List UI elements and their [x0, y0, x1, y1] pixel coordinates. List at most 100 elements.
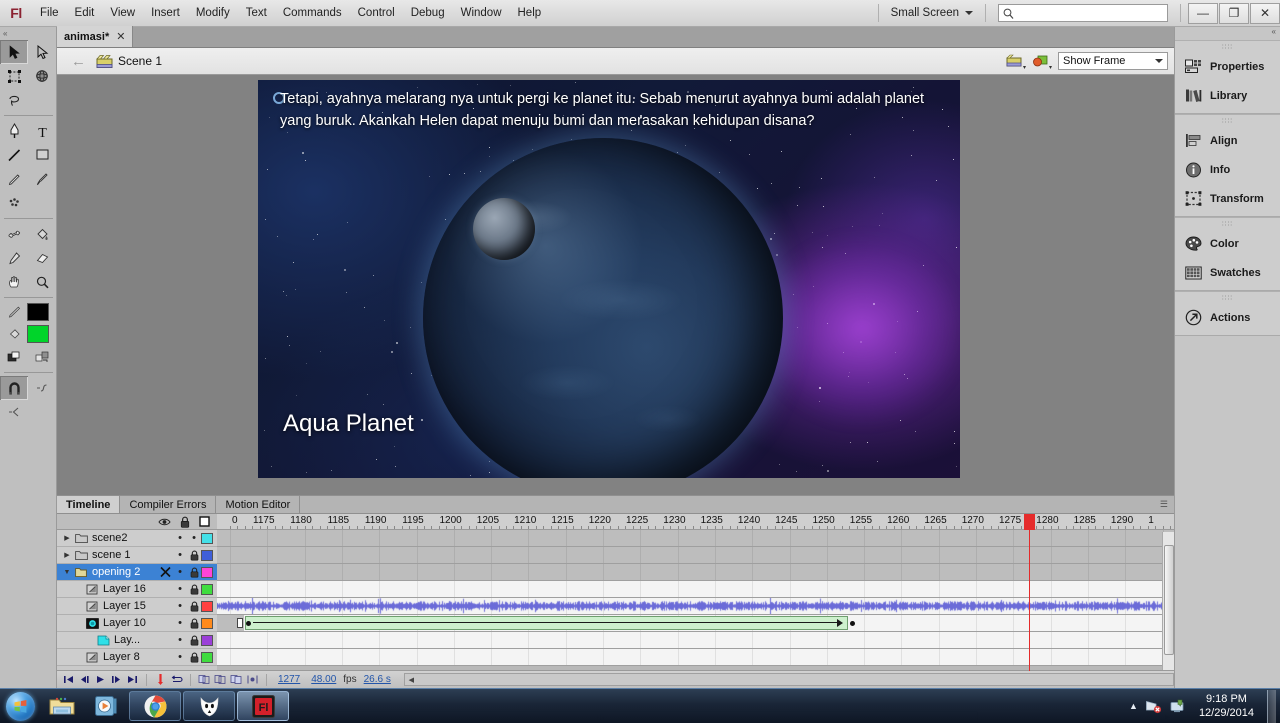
snap-to-objects-icon[interactable]: [0, 376, 28, 400]
lock-icon[interactable]: [187, 601, 201, 612]
layer-visibility-toggle[interactable]: •: [173, 532, 187, 544]
first-frame-button[interactable]: [62, 673, 75, 687]
lock-icon[interactable]: [187, 618, 201, 629]
3d-rotation-tool[interactable]: [28, 64, 56, 88]
layer-outline-color[interactable]: [201, 583, 213, 595]
deco-tool[interactable]: [0, 191, 28, 215]
taskbar-flash[interactable]: Fl: [237, 691, 289, 721]
menu-text[interactable]: Text: [238, 3, 275, 23]
layer-row-opening-2[interactable]: ▼ opening 2 •: [57, 564, 217, 581]
restore-button[interactable]: ❐: [1219, 2, 1249, 24]
last-frame-button[interactable]: [126, 673, 139, 687]
free-transform-tool[interactable]: [0, 64, 28, 88]
black-and-white-icon[interactable]: [1, 345, 29, 369]
menu-window[interactable]: Window: [453, 3, 510, 23]
dock-group-grip[interactable]: ∶∶∶∶: [1175, 41, 1280, 52]
network-icon[interactable]: [1145, 699, 1162, 714]
onion-skin-outlines-button[interactable]: [214, 673, 227, 687]
show-hidden-icons-button[interactable]: ▲: [1129, 701, 1138, 711]
rectangle-tool[interactable]: [28, 143, 56, 167]
timeline-horizontal-scrollbar[interactable]: ◀: [403, 673, 1174, 686]
lock-icon[interactable]: [187, 635, 201, 646]
pen-tool[interactable]: [0, 119, 28, 143]
frame-row-opening-2[interactable]: [217, 564, 1174, 581]
dock-group-grip[interactable]: ∶∶∶∶: [1175, 292, 1280, 303]
fps-value[interactable]: 48.00: [307, 674, 340, 685]
pencil-tool[interactable]: [0, 167, 28, 191]
zoom-tool[interactable]: [28, 270, 56, 294]
panel-button-actions[interactable]: Actions: [1175, 303, 1280, 332]
panel-button-align[interactable]: Align: [1175, 126, 1280, 155]
modify-markers-button[interactable]: [246, 673, 259, 687]
zoom-level-select[interactable]: Show Frame: [1058, 52, 1168, 70]
fill-color-swatch[interactable]: [26, 325, 49, 343]
layer-edit-icon[interactable]: [157, 566, 173, 578]
lock-icon[interactable]: [187, 584, 201, 595]
taskbar-file-explorer[interactable]: [40, 690, 84, 723]
frame-row-layer-8[interactable]: [217, 649, 1174, 666]
layer-row-scene2[interactable]: ▶ scene2 • •: [57, 530, 217, 547]
layer-name[interactable]: Layer 16: [100, 583, 173, 595]
menu-edit[interactable]: Edit: [67, 3, 103, 23]
minimize-button[interactable]: —: [1188, 2, 1218, 24]
panel-button-info[interactable]: Info: [1175, 155, 1280, 184]
start-button[interactable]: [0, 690, 40, 723]
layer-visibility-toggle[interactable]: •: [173, 583, 187, 595]
scroll-left-icon[interactable]: ◀: [405, 673, 418, 686]
dock-group-grip[interactable]: ∶∶∶∶: [1175, 115, 1280, 126]
menu-debug[interactable]: Debug: [403, 3, 453, 23]
taskbar-media-player[interactable]: [84, 690, 128, 723]
brush-tool[interactable]: [28, 167, 56, 191]
layer-row-layer-16[interactable]: Layer 16 •: [57, 581, 217, 598]
edit-scene-icon[interactable]: [1006, 53, 1027, 70]
back-arrow-icon[interactable]: ←: [71, 53, 86, 70]
dock-collapse-button[interactable]: «: [1175, 27, 1280, 40]
stroke-color-swatch[interactable]: [26, 303, 49, 321]
frame-row-layer-15[interactable]: [217, 598, 1174, 615]
stage-canvas[interactable]: Tetapi, ayahnya melarang nya untuk pergi…: [258, 80, 960, 478]
layer-name[interactable]: scene2: [89, 532, 173, 544]
layer-outline-color[interactable]: [201, 617, 213, 629]
frame-row-scene2[interactable]: [217, 530, 1174, 547]
menu-commands[interactable]: Commands: [275, 3, 350, 23]
blank-keyframe[interactable]: [237, 618, 243, 628]
lock-icon[interactable]: [187, 550, 201, 561]
layer-outline-color[interactable]: [201, 549, 213, 561]
menu-insert[interactable]: Insert: [143, 3, 188, 23]
timeline-tab-compiler-errors[interactable]: Compiler Errors: [120, 496, 217, 513]
step-forward-button[interactable]: [110, 673, 123, 687]
panel-button-transform[interactable]: Transform: [1175, 184, 1280, 213]
timeline-tab-motion-editor[interactable]: Motion Editor: [216, 496, 301, 513]
loop-button[interactable]: [170, 673, 183, 687]
dock-group-grip[interactable]: ∶∶∶∶: [1175, 218, 1280, 229]
show-desktop-button[interactable]: [1267, 689, 1276, 723]
stage-title-text[interactable]: Aqua Planet: [283, 410, 414, 438]
layer-name[interactable]: Layer 15: [100, 600, 173, 612]
chevron-right-icon[interactable]: ▶: [61, 534, 73, 542]
menu-help[interactable]: Help: [510, 3, 550, 23]
layer-row-layer-15[interactable]: Layer 15 •: [57, 598, 217, 615]
panel-button-library[interactable]: Library: [1175, 81, 1280, 110]
chevron-down-icon[interactable]: ▼: [61, 569, 73, 576]
lock-icon[interactable]: [180, 516, 190, 528]
lasso-tool[interactable]: [0, 88, 28, 112]
timeline-panel-menu[interactable]: ☰: [300, 496, 1174, 513]
paint-bucket-tool[interactable]: [28, 222, 56, 246]
workspace-switcher[interactable]: Small Screen: [885, 4, 979, 22]
layer-name[interactable]: scene 1: [89, 549, 173, 561]
scene-name-label[interactable]: Scene 1: [118, 54, 162, 68]
layer-row-layer-10[interactable]: Layer 10 •: [57, 615, 217, 632]
chevron-right-icon[interactable]: ▶: [61, 551, 73, 559]
layer-visibility-toggle[interactable]: •: [173, 617, 187, 629]
layer-name[interactable]: Lay...: [111, 634, 173, 646]
straighten-icon[interactable]: [0, 400, 28, 424]
edit-multiple-frames-button[interactable]: [230, 673, 243, 687]
layer-visibility-toggle[interactable]: •: [173, 634, 187, 646]
taskbar-foobar[interactable]: [183, 691, 235, 721]
timeline-ruler[interactable]: 0 1175 1180 1185 1190 1195 1200 1205 1210 1215 122…: [217, 514, 1174, 530]
frame-row-scene-1[interactable]: [217, 547, 1174, 564]
layer-outline-color[interactable]: [201, 651, 213, 663]
search-input[interactable]: [1014, 6, 1163, 20]
layer-row-layer-8[interactable]: Layer 8 •: [57, 649, 217, 666]
swap-colors-icon[interactable]: [29, 345, 57, 369]
